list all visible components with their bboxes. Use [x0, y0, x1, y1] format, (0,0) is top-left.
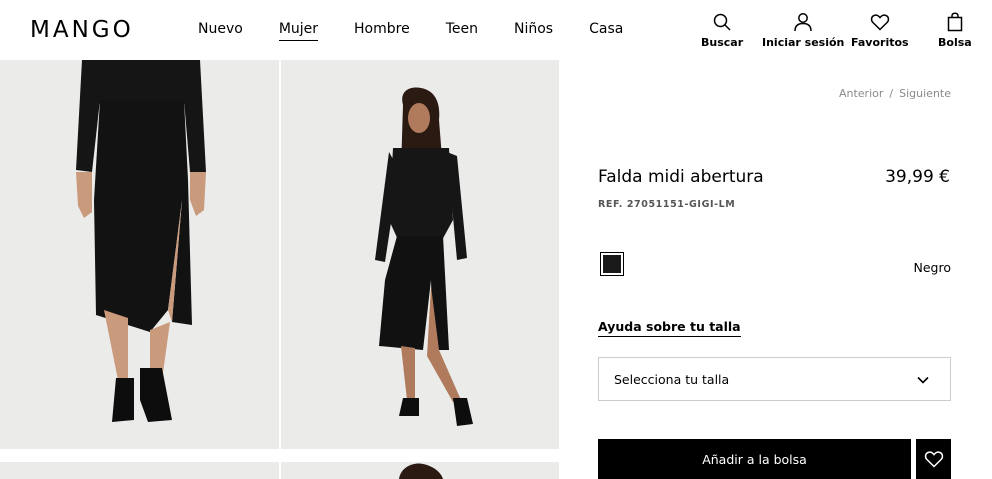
product-photo-4[interactable] [281, 462, 559, 479]
product-photo-3[interactable] [0, 462, 279, 479]
heart-icon [924, 451, 943, 468]
site-header: MANGO Nuevo Mujer Hombre Teen Niños Casa… [0, 0, 992, 60]
selected-color-name: Negro [913, 260, 952, 275]
login-label: Iniciar sesión [762, 36, 845, 49]
favorites-label: Favoritos [851, 36, 909, 49]
add-to-favorites-button[interactable] [916, 439, 951, 479]
product-pager: Anterior / Siguiente [839, 87, 951, 100]
main-nav: Nuevo Mujer Hombre Teen Niños Casa [198, 21, 659, 41]
heart-icon [870, 14, 889, 31]
user-icon [794, 13, 812, 32]
bag-button[interactable]: Bolsa [938, 12, 972, 49]
size-select[interactable]: Selecciona tu talla [598, 357, 951, 401]
product-ref: REF. 27051151-GIGI-LM [598, 199, 736, 210]
product-photo-1[interactable] [0, 60, 279, 449]
brand-logo[interactable]: MANGO [30, 17, 134, 43]
color-swatch-negro[interactable] [600, 252, 624, 276]
product-photo-2[interactable] [281, 60, 559, 449]
prev-link[interactable]: Anterior [839, 87, 883, 100]
add-to-bag-button[interactable]: Añadir a la bolsa [598, 439, 911, 479]
pager-separator: / [889, 87, 894, 100]
shopping-bag-icon [947, 12, 963, 32]
product-name: Falda midi abertura [598, 167, 764, 187]
color-swatch-fill [603, 255, 621, 273]
favorites-button[interactable]: Favoritos [851, 12, 909, 49]
bag-label: Bolsa [938, 36, 972, 49]
photo-placeholder-illustration [0, 462, 279, 479]
size-help-link[interactable]: Ayuda sobre tu talla [598, 319, 741, 337]
size-select-placeholder: Selecciona tu talla [614, 372, 730, 387]
product-price: 39,99 € [885, 167, 950, 187]
chevron-down-icon [917, 376, 929, 384]
nav-item-nuevo[interactable]: Nuevo [198, 21, 243, 41]
model-hair-illustration [281, 462, 559, 479]
nav-item-hombre[interactable]: Hombre [354, 21, 410, 41]
next-link[interactable]: Siguiente [899, 87, 951, 100]
search-button[interactable]: Buscar [701, 12, 743, 49]
nav-item-mujer[interactable]: Mujer [278, 21, 319, 41]
nav-item-teen[interactable]: Teen [446, 21, 478, 41]
model-closeup-illustration [0, 60, 279, 449]
nav-item-casa[interactable]: Casa [589, 21, 623, 41]
login-button[interactable]: Iniciar sesión [762, 12, 844, 49]
search-icon [713, 13, 731, 31]
model-full-body-illustration [281, 60, 559, 449]
nav-item-ninos[interactable]: Niños [514, 21, 553, 41]
search-label: Buscar [701, 36, 744, 49]
